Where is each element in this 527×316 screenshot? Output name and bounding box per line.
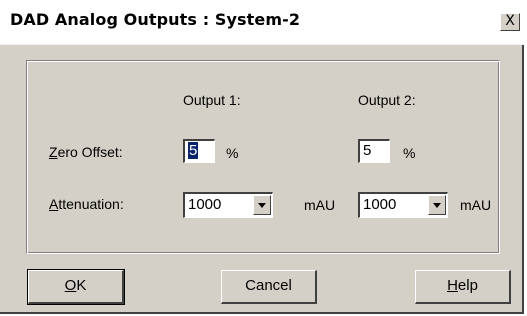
output1-zero-offset-value: 5 <box>188 142 199 159</box>
output2-header: Output 2: <box>358 92 416 108</box>
output1-zero-offset-input[interactable]: 5 <box>183 139 215 163</box>
output2-zero-offset-unit: % <box>403 145 416 161</box>
output1-zero-offset-unit: % <box>226 145 239 161</box>
attenuation-mnemonic: A <box>49 196 59 212</box>
output2-attenuation-select[interactable]: 1000 <box>358 192 448 218</box>
cancel-button[interactable]: Cancel <box>221 270 317 304</box>
dad-analog-outputs-dialog: DAD Analog Outputs : System-2 X Output 1… <box>0 0 524 314</box>
chevron-down-icon[interactable] <box>253 195 271 215</box>
output2-attenuation-value: 1000 <box>363 196 397 213</box>
window-title: DAD Analog Outputs : System-2 <box>10 10 301 29</box>
output2-attenuation-unit: mAU <box>460 197 492 213</box>
chevron-down-icon[interactable] <box>428 195 446 215</box>
title-bar[interactable]: DAD Analog Outputs : System-2 X <box>0 0 524 45</box>
ok-label: K <box>76 277 87 294</box>
close-button[interactable]: X <box>500 13 520 31</box>
ok-button[interactable]: OK <box>27 269 125 305</box>
output1-attenuation-select[interactable]: 1000 <box>183 192 273 218</box>
ok-mnemonic: O <box>64 277 77 294</box>
help-button[interactable]: Help <box>415 270 511 304</box>
help-label: elp <box>457 277 478 294</box>
output1-attenuation-value: 1000 <box>188 196 222 213</box>
attenuation-label: Attenuation: <box>49 196 124 212</box>
attenuation-label-text: ttenuation: <box>58 196 124 212</box>
output1-attenuation-unit: mAU <box>304 197 336 213</box>
close-icon: X <box>505 13 515 29</box>
cancel-label: Cancel <box>245 277 292 294</box>
zero-offset-mnemonic: Z <box>49 144 58 160</box>
output2-zero-offset-value: 5 <box>363 142 372 159</box>
zero-offset-label-text: ero Offset: <box>57 144 123 160</box>
zero-offset-label: Zero Offset: <box>49 144 123 160</box>
output1-header: Output 1: <box>183 92 241 108</box>
output2-zero-offset-input[interactable]: 5 <box>358 139 390 163</box>
help-mnemonic: H <box>447 277 458 294</box>
